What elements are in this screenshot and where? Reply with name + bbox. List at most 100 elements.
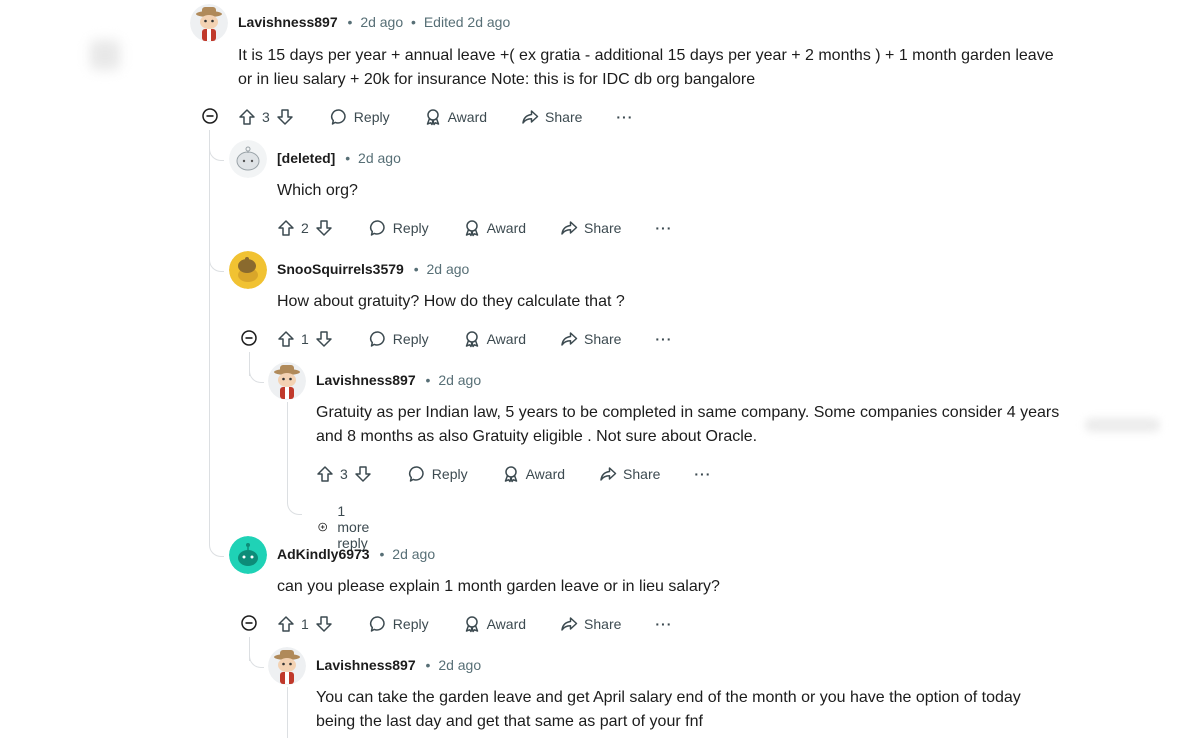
separator: • [379, 546, 385, 562]
share-icon [522, 110, 539, 124]
downvote-icon[interactable] [315, 330, 333, 348]
comment-meta: Lavishness897 • 2d ago • Edited 2d ago [238, 14, 510, 30]
vote-count: 2 [301, 220, 309, 236]
reply-button[interactable]: Reply [330, 108, 390, 126]
avatar[interactable] [229, 140, 267, 178]
award-button[interactable]: Award [463, 330, 526, 348]
comment-meta: Lavishness897 • 2d ago [316, 372, 481, 388]
downvote-icon[interactable] [276, 108, 294, 126]
more-options-button[interactable]: ··· [694, 466, 711, 482]
award-label: Award [486, 331, 527, 347]
award-button[interactable]: Award [463, 615, 526, 633]
author-link[interactable]: [deleted] [277, 150, 335, 166]
share-icon [561, 332, 578, 346]
timestamp[interactable]: 2d ago [360, 14, 403, 30]
reply-button[interactable]: Reply [369, 219, 429, 237]
avatar[interactable] [190, 4, 228, 42]
separator: • [411, 14, 416, 30]
collapse-icon[interactable] [241, 330, 257, 346]
thread-connector [209, 255, 224, 272]
thread-line[interactable] [287, 687, 288, 738]
thread-connector [209, 144, 224, 161]
award-icon [504, 466, 517, 483]
vote-group: 3 [238, 108, 294, 126]
comment-body: You can take the garden leave and get Ap… [316, 689, 1021, 730]
avatar[interactable] [268, 362, 306, 400]
upvote-icon[interactable] [238, 108, 256, 126]
author-link[interactable]: SnooSquirrels3579 [277, 261, 404, 277]
comment-body: It is 15 days per year + annual leave +(… [238, 47, 1054, 88]
thread-connector [249, 366, 264, 383]
reply-button[interactable]: Reply [408, 465, 468, 483]
thread-line[interactable] [287, 402, 288, 498]
share-icon [600, 467, 617, 481]
timestamp[interactable]: 2d ago [427, 261, 470, 277]
reply-label: Reply [353, 109, 390, 125]
vote-count: 3 [262, 109, 270, 125]
collapse-icon[interactable] [202, 108, 218, 124]
comment-actions: 1 Reply Award Share ··· [277, 612, 672, 636]
comment-actions: 1 Reply Award Share ··· [277, 327, 672, 351]
award-button[interactable]: Award [502, 465, 565, 483]
more-options-button[interactable]: ··· [616, 109, 633, 125]
timestamp[interactable]: 2d ago [358, 150, 401, 166]
share-button[interactable]: Share [599, 465, 660, 483]
more-replies-button[interactable]: 1 more reply [318, 503, 378, 551]
upvote-icon[interactable] [316, 465, 334, 483]
share-label: Share [584, 616, 622, 632]
award-icon [426, 109, 439, 126]
thread-line[interactable] [209, 130, 210, 544]
speech-bubble-icon [330, 109, 346, 125]
share-label: Share [584, 331, 622, 347]
more-options-button[interactable]: ··· [655, 220, 672, 236]
downvote-icon[interactable] [315, 219, 333, 237]
award-button[interactable]: Award [424, 108, 487, 126]
upvote-icon[interactable] [277, 615, 295, 633]
avatar[interactable] [229, 536, 267, 574]
downvote-icon[interactable] [354, 465, 372, 483]
share-button[interactable]: Share [521, 108, 582, 126]
share-button[interactable]: Share [560, 219, 621, 237]
vote-group: 1 [277, 330, 333, 348]
reply-label: Reply [392, 616, 429, 632]
more-replies-label: 1 more reply [337, 503, 370, 551]
avatar[interactable] [229, 251, 267, 289]
vote-count: 1 [301, 331, 309, 347]
timestamp[interactable]: 2d ago [392, 546, 435, 562]
award-button[interactable]: Award [463, 219, 526, 237]
share-button[interactable]: Share [560, 615, 621, 633]
reply-button[interactable]: Reply [369, 615, 429, 633]
more-options-button[interactable]: ··· [655, 616, 672, 632]
comment-actions: 2 Reply Award Share ··· [277, 216, 672, 240]
comment-meta: SnooSquirrels3579 • 2d ago [277, 261, 469, 277]
reply-button[interactable]: Reply [369, 330, 429, 348]
share-button[interactable]: Share [560, 330, 621, 348]
vote-group: 3 [316, 465, 372, 483]
timestamp[interactable]: 2d ago [438, 372, 481, 388]
more-options-button[interactable]: ··· [655, 331, 672, 347]
separator: • [413, 261, 419, 277]
award-label: Award [525, 466, 566, 482]
author-link[interactable]: Lavishness897 [316, 372, 416, 388]
avatar[interactable] [268, 647, 306, 685]
upvote-icon[interactable] [277, 219, 295, 237]
vote-group: 2 [277, 219, 333, 237]
author-link[interactable]: AdKindly6973 [277, 546, 370, 562]
comment-body: How about gratuity? How do they calculat… [277, 293, 625, 310]
collapse-icon[interactable] [241, 615, 257, 631]
upvote-icon[interactable] [277, 330, 295, 348]
expand-icon [318, 522, 327, 532]
separator: • [347, 14, 353, 30]
timestamp[interactable]: 2d ago [438, 657, 481, 673]
author-link[interactable]: Lavishness897 [238, 14, 338, 30]
vote-count: 1 [301, 616, 309, 632]
comment-meta: Lavishness897 • 2d ago [316, 657, 481, 673]
author-link[interactable]: Lavishness897 [316, 657, 416, 673]
comment-meta: [deleted] • 2d ago [277, 150, 401, 166]
speech-bubble-icon [408, 466, 424, 482]
comment-actions: 3 Reply Award Share ··· [316, 462, 711, 486]
thread-connector [209, 540, 224, 557]
award-icon [465, 220, 478, 237]
downvote-icon[interactable] [315, 615, 333, 633]
share-icon [561, 221, 578, 235]
